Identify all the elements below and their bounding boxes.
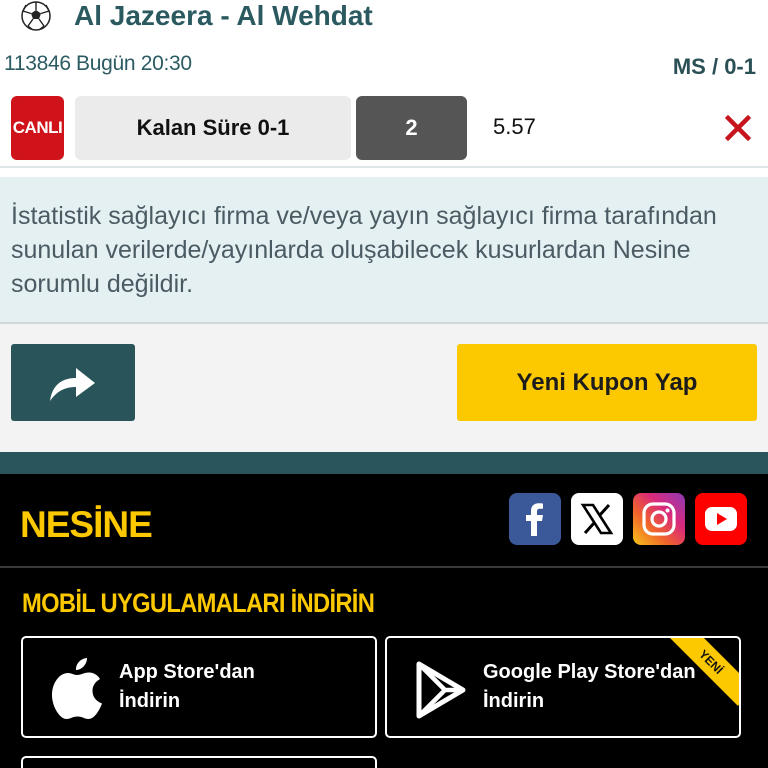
google-play-icon <box>416 661 466 719</box>
share-button[interactable] <box>11 344 135 421</box>
google-play-line2: İndirin <box>483 690 545 712</box>
apps-heading: MOBİL UYGULAMALARI İNDİRİN <box>22 588 375 618</box>
apple-icon <box>52 658 102 719</box>
event-code: 113846 <box>4 52 71 75</box>
google-play-button[interactable]: Google Play Store'dan İndirin YENİ <box>385 636 741 738</box>
bet-row: CANLI Kalan Süre 0-1 2 5.57 <box>0 92 768 168</box>
app-store-button[interactable]: App Store'dan İndirin <box>21 636 377 738</box>
match-header: Al Jazeera - Al Wehdat <box>0 0 768 36</box>
market-label: MS / 0-1 <box>672 54 756 79</box>
x-icon <box>580 503 614 535</box>
instagram-button[interactable] <box>633 493 685 545</box>
footer-divider <box>0 566 768 568</box>
instagram-icon <box>642 502 676 536</box>
app-store-line2: İndirin <box>119 690 181 712</box>
disclaimer-text: İstatistik sağlayıcı firma ve/veya yayın… <box>11 202 717 298</box>
facebook-button[interactable] <box>509 493 561 545</box>
share-arrow-icon <box>50 367 95 401</box>
svg-text:NESİNE: NESİNE <box>20 504 152 544</box>
event-time: Bugün 20:30 <box>76 52 192 75</box>
match-title: Al Jazeera - Al Wehdat <box>74 0 373 31</box>
youtube-button[interactable] <box>695 493 747 545</box>
nesine-logo[interactable]: NESİNE <box>20 492 180 544</box>
google-play-text: Google Play Store'dan İndirin <box>483 658 696 716</box>
close-icon <box>725 115 751 141</box>
youtube-icon <box>705 507 737 531</box>
pick-box: 2 <box>356 96 467 160</box>
odds-value: 5.57 <box>493 114 536 139</box>
google-play-line1: Google Play Store'dan <box>483 661 696 683</box>
remove-bet-button[interactable] <box>720 110 756 146</box>
actions-bar: Yeni Kupon Yap <box>0 324 768 452</box>
app-store-text: App Store'dan İndirin <box>119 658 255 716</box>
disclaimer-box: İstatistik sağlayıcı firma ve/veya yayın… <box>0 177 768 324</box>
facebook-icon <box>526 503 543 536</box>
soccer-ball-icon <box>21 1 51 31</box>
footer: NESİNE MOBİL UYGULAMALARI İNDİRİN App St… <box>0 474 768 768</box>
section-divider-band <box>0 452 768 474</box>
x-button[interactable] <box>571 493 623 545</box>
app-store-line1: App Store'dan <box>119 661 255 683</box>
store-button-partial[interactable] <box>21 756 377 768</box>
new-coupon-button[interactable]: Yeni Kupon Yap <box>457 344 757 421</box>
match-info-row: 113846 Bugün 20:30 MS / 0-1 <box>0 50 768 82</box>
live-badge: CANLI <box>11 96 64 160</box>
selection-box: Kalan Süre 0-1 <box>75 96 351 160</box>
